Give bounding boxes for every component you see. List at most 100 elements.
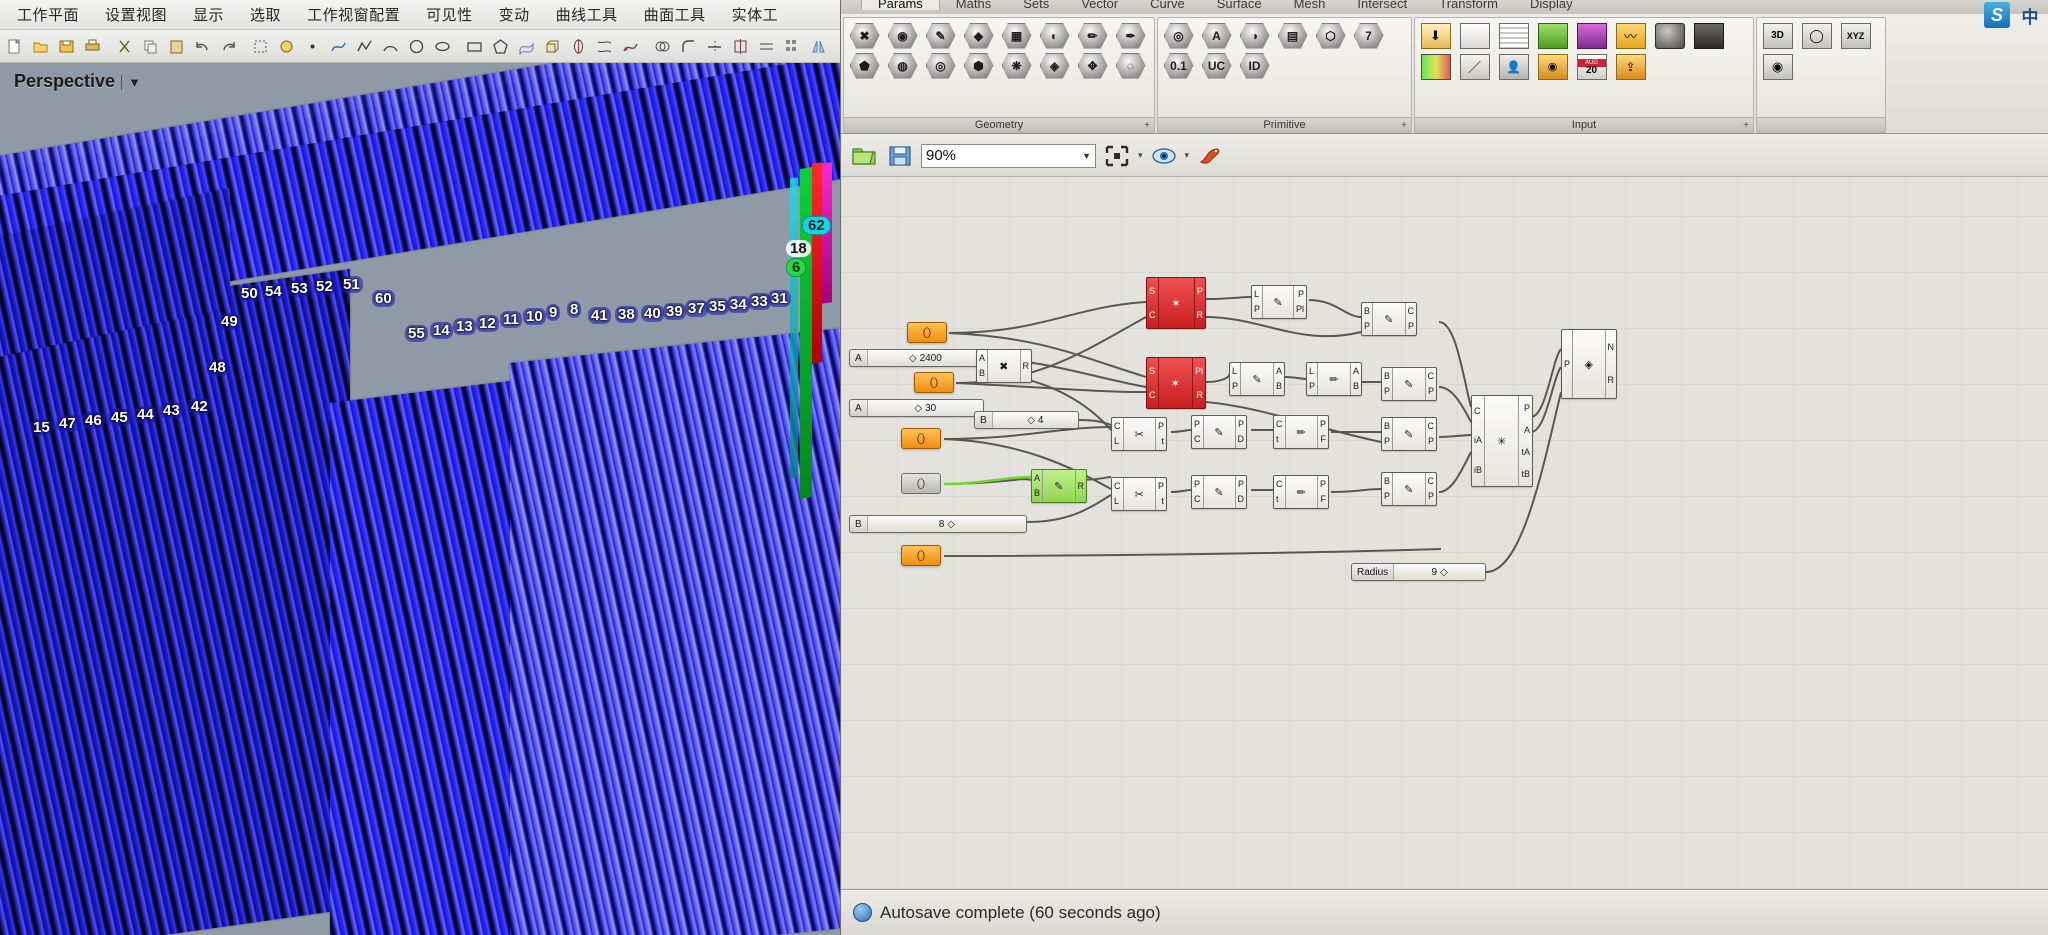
param-slider-b-4[interactable]: B ◇ 4: [974, 411, 1079, 429]
tab-sets[interactable]: Sets: [1007, 0, 1065, 10]
menu-curve-tools[interactable]: 曲线工具: [543, 1, 631, 28]
param-geometry-icon[interactable]: ▦: [998, 21, 1035, 50]
comp-brep-3[interactable]: B P ✎ C P: [1381, 417, 1437, 451]
sweep-icon[interactable]: [618, 34, 643, 59]
vertex-label[interactable]: 43: [160, 402, 183, 419]
ime-language-icon[interactable]: 中: [2016, 2, 2044, 28]
param-complex-icon[interactable]: ⬡: [1312, 21, 1349, 50]
graph-mapper-icon[interactable]: 〰: [1612, 21, 1649, 50]
param-point-icon[interactable]: ◎: [922, 51, 959, 80]
vertex-label[interactable]: 45: [108, 409, 131, 426]
param-arc-icon[interactable]: ◎: [1160, 21, 1197, 50]
param-slider-b-8[interactable]: B 8 ◇: [849, 515, 1027, 533]
save-icon[interactable]: [885, 142, 915, 170]
multiline-panel-icon[interactable]: [1495, 21, 1532, 50]
comp-curve-3[interactable]: C t ✏ P F: [1273, 415, 1329, 449]
comp-loft-3[interactable]: L P ✏ A B: [1306, 362, 1362, 396]
circle-icon[interactable]: [404, 34, 429, 59]
digit-scroller-icon[interactable]: 👤: [1495, 52, 1532, 81]
comp-brep-2[interactable]: B P ✎ C P: [1381, 367, 1437, 401]
new-file-icon[interactable]: [2, 34, 27, 59]
mirror-icon[interactable]: [806, 34, 831, 59]
vertex-label[interactable]: 55: [405, 325, 428, 342]
fillet-icon[interactable]: [676, 34, 701, 59]
zoom-level-input[interactable]: 90% ▼: [921, 143, 1096, 168]
vertex-label[interactable]: 8: [567, 301, 582, 318]
sphere-tool-icon[interactable]: ◉: [1759, 52, 1796, 81]
polyline-icon[interactable]: [352, 34, 377, 59]
loft-icon[interactable]: [592, 34, 617, 59]
button-icon[interactable]: [1651, 21, 1688, 50]
three-d-view-icon[interactable]: 3D: [1759, 21, 1796, 50]
comp-plane-1[interactable]: A B ✖ R: [976, 349, 1032, 383]
param-line-icon[interactable]: ✏: [1074, 21, 1111, 50]
geometry-pipe-node-3[interactable]: ⬯: [901, 428, 941, 449]
sphere-icon[interactable]: [274, 34, 299, 59]
vertex-label[interactable]: 31: [768, 290, 791, 307]
vertex-label[interactable]: 11: [500, 311, 522, 328]
expand-icon[interactable]: +: [1401, 120, 1407, 131]
comp-loft-1[interactable]: L P ✎ P Pl: [1251, 285, 1307, 319]
comp-curve-4[interactable]: C L ✂ P t: [1111, 477, 1167, 511]
param-transform-icon[interactable]: ✥: [1074, 51, 1111, 80]
vertex-label[interactable]: 12: [476, 315, 499, 332]
tab-surface[interactable]: Surface: [1201, 0, 1278, 10]
param-vector-icon[interactable]: ◌: [1112, 51, 1149, 80]
select-all-icon[interactable]: [248, 34, 273, 59]
polygon-icon[interactable]: [488, 34, 513, 59]
param-slider-a-30[interactable]: A ◇ 30: [849, 399, 984, 417]
open-folder-icon[interactable]: [849, 142, 879, 170]
copy-icon[interactable]: [138, 34, 163, 59]
vertex-label[interactable]: 15: [30, 419, 53, 436]
comp-loft-2[interactable]: L P ✎ A B: [1229, 362, 1285, 396]
param-meshface-icon[interactable]: ⬟: [846, 51, 883, 80]
vertex-label[interactable]: 46: [82, 412, 105, 429]
value-list-icon[interactable]: [1534, 21, 1571, 50]
circle-tool-icon[interactable]: ◯: [1798, 21, 1835, 50]
redo-icon[interactable]: [216, 34, 241, 59]
array-icon[interactable]: [780, 34, 805, 59]
cut-icon[interactable]: [112, 34, 137, 59]
vertex-label[interactable]: 51: [340, 276, 363, 293]
arc-icon[interactable]: [378, 34, 403, 59]
toggle-icon[interactable]: [1690, 21, 1727, 50]
chevron-down-icon[interactable]: ▼: [1082, 151, 1091, 161]
solver-bird-icon[interactable]: [1195, 142, 1225, 170]
viewport-label[interactable]: Perspective ▼: [14, 71, 141, 92]
print-icon[interactable]: [80, 34, 105, 59]
open-folder-icon[interactable]: [28, 34, 53, 59]
boolean-icon[interactable]: [650, 34, 675, 59]
comp-curve-1[interactable]: C L ✂ P t: [1111, 417, 1167, 451]
rectangle-icon[interactable]: [462, 34, 487, 59]
menu-transform[interactable]: 变动: [486, 1, 543, 28]
param-value[interactable]: ◇ 2400: [868, 353, 983, 364]
param-value[interactable]: 9 ◇: [1394, 567, 1485, 578]
vertex-label[interactable]: 52: [313, 278, 336, 295]
preview-caret[interactable]: ▾: [1185, 150, 1190, 161]
vertex-label[interactable]: 53: [288, 280, 311, 297]
comp-curve-6[interactable]: C t ✏ P F: [1273, 475, 1329, 509]
menu-cplane[interactable]: 工作平面: [4, 1, 92, 28]
vertex-label[interactable]: 62: [802, 216, 831, 235]
param-colour-icon[interactable]: ▤: [1274, 21, 1311, 50]
control-knob-icon[interactable]: ◉: [1534, 52, 1571, 81]
comp-right-edge[interactable]: P ◈ N R: [1561, 329, 1617, 399]
tab-mesh[interactable]: Mesh: [1278, 0, 1342, 10]
calendar-icon[interactable]: AUG 20: [1573, 52, 1610, 81]
vertex-label[interactable]: 44: [134, 406, 157, 423]
gradient-icon[interactable]: [1417, 52, 1454, 81]
clock-icon[interactable]: ⇪: [1612, 52, 1649, 81]
rhino-s-logo-icon[interactable]: S: [1984, 2, 2010, 28]
param-value[interactable]: 8 ◇: [868, 519, 1026, 530]
save-icon[interactable]: [54, 34, 79, 59]
xyz-icon[interactable]: XYZ: [1837, 21, 1874, 50]
vertex-label[interactable]: 38: [615, 306, 638, 323]
extrude-icon[interactable]: [540, 34, 565, 59]
vertex-label[interactable]: 40: [641, 305, 664, 322]
tab-params[interactable]: Params: [861, 0, 940, 10]
menu-solid-tools[interactable]: 实体工: [719, 1, 792, 28]
param-mesh-icon[interactable]: ✒: [1112, 21, 1149, 50]
vertex-label[interactable]: 18: [786, 240, 811, 257]
vertex-label[interactable]: 54: [262, 283, 285, 300]
param-surface-icon[interactable]: ❋: [998, 51, 1035, 80]
